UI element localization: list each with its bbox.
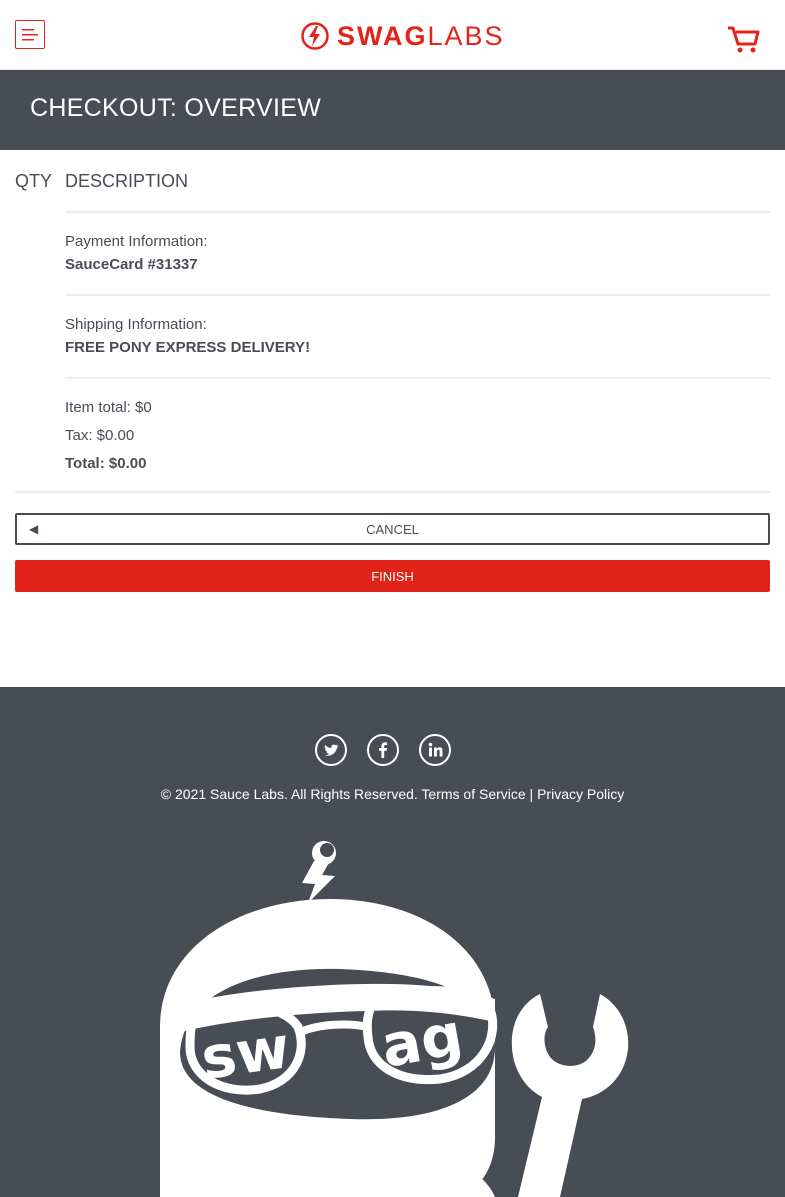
- finish-button-label: FINISH: [371, 569, 414, 584]
- secondary-header: CHECKOUT: OVERVIEW: [0, 70, 785, 150]
- cancel-button-label: CANCEL: [366, 522, 419, 537]
- twitter-link[interactable]: [315, 734, 347, 766]
- app-logo: SWAGLABS: [301, 21, 505, 51]
- payment-info-value: SauceCard #31337: [65, 256, 198, 273]
- facebook-icon: [379, 742, 388, 758]
- shipping-info-label: Shipping Information:: [65, 316, 207, 333]
- linkedin-icon: [428, 742, 443, 757]
- divider: [65, 377, 770, 379]
- grand-total: Total: $0.00: [65, 455, 147, 472]
- logo-text: SWAGLABS: [337, 21, 505, 51]
- mascot-lens-text-right: ag: [376, 1000, 467, 1081]
- shipping-info-value: FREE PONY EXPRESS DELIVERY!: [65, 339, 311, 356]
- payment-info-label: Payment Information:: [65, 233, 208, 250]
- hamburger-menu-icon: [22, 29, 38, 41]
- primary-header: SWAGLABS: [0, 0, 785, 70]
- cancel-button[interactable]: ◀ CANCEL: [15, 513, 770, 545]
- shopping-cart-icon: [728, 26, 760, 53]
- qty-column-label: QTY: [15, 171, 53, 191]
- facebook-link[interactable]: [367, 734, 399, 766]
- footer-copyright: © 2021 Sauce Labs. All Rights Reserved. …: [160, 786, 625, 802]
- swag-bot-mascot-image: sw ag: [160, 841, 629, 1197]
- shopping-cart-link[interactable]: [727, 24, 761, 56]
- divider: [65, 211, 770, 213]
- finish-button[interactable]: FINISH: [15, 560, 770, 592]
- menu-button[interactable]: [15, 20, 45, 49]
- footer: © 2021 Sauce Labs. All Rights Reserved. …: [0, 687, 785, 1197]
- mascot-lens-text-left: sw: [197, 1013, 294, 1093]
- lightning-bolt-logo-icon: [301, 22, 329, 50]
- tax-total: Tax: $0.00: [65, 427, 135, 444]
- page-title: CHECKOUT: OVERVIEW: [30, 94, 322, 122]
- twitter-icon: [324, 744, 339, 756]
- linkedin-link[interactable]: [419, 734, 451, 766]
- divider: [65, 294, 770, 296]
- divider: [15, 491, 770, 493]
- item-total: Item total: $0: [65, 399, 152, 416]
- description-column-label: DESCRIPTION: [65, 171, 189, 191]
